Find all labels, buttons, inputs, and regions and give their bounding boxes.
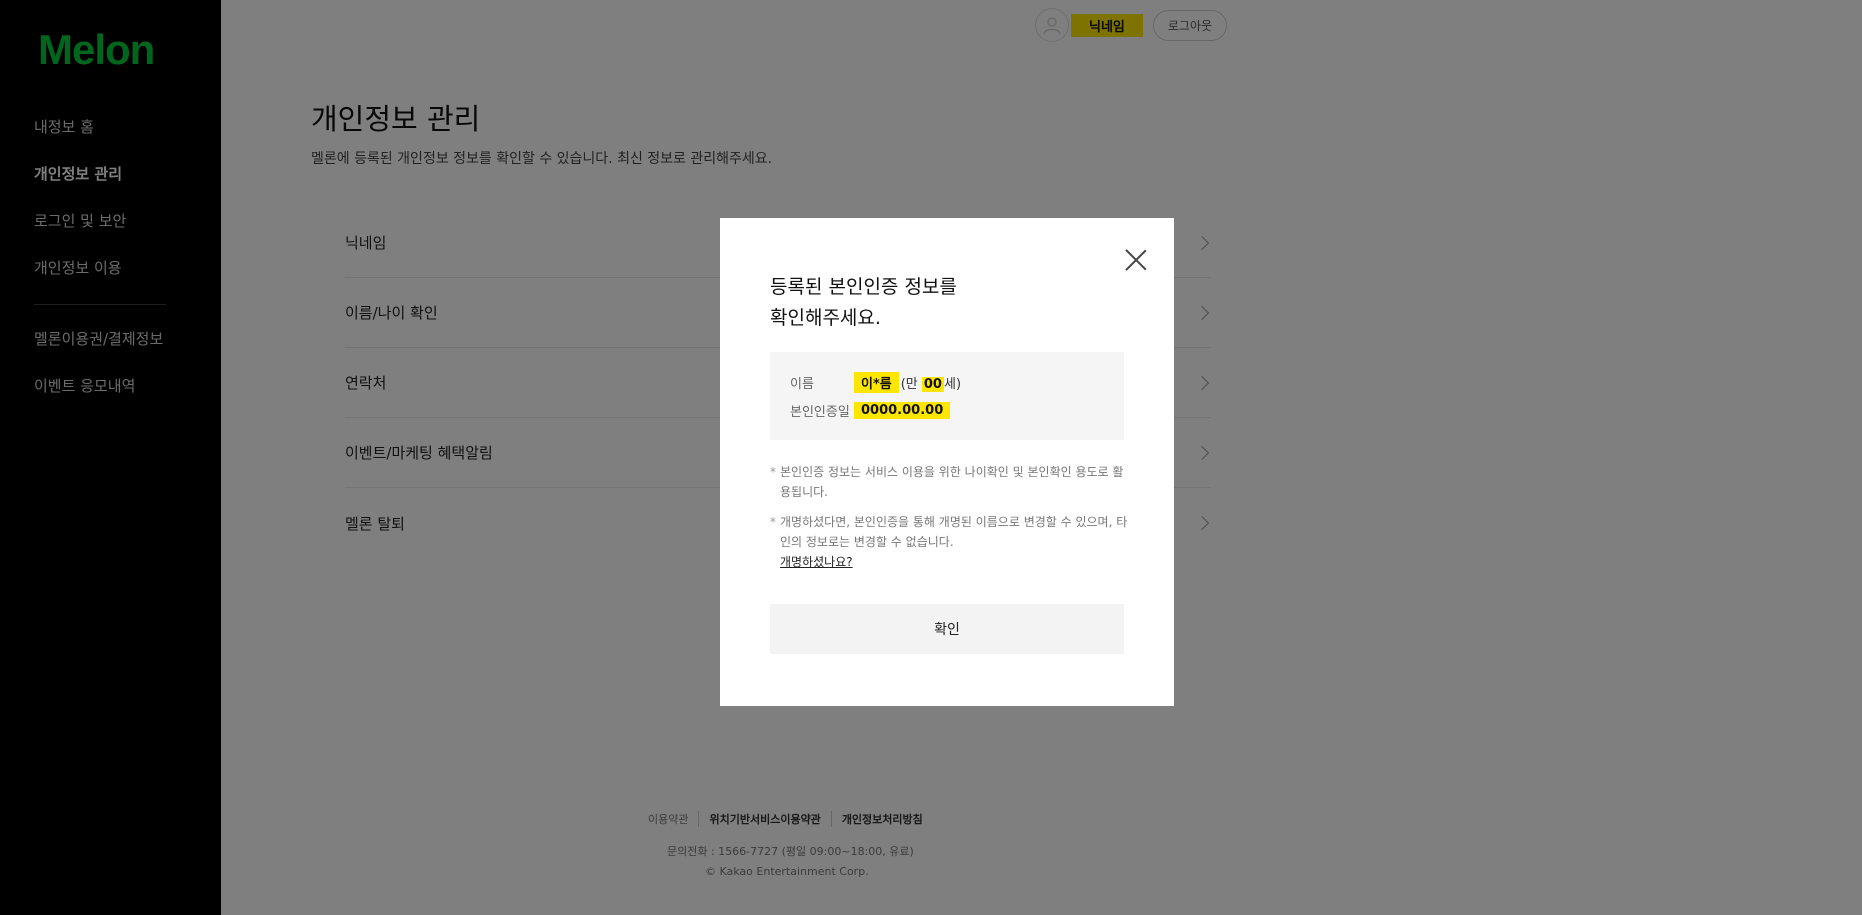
modal-title-line-1: 등록된 본인인증 정보를 <box>770 276 957 298</box>
close-icon[interactable] <box>1124 248 1148 272</box>
identity-verification-modal: 등록된 본인인증 정보를 확인해주세요. 이름 이*름 (만 00 세) 본인인증… <box>720 218 1174 706</box>
verification-date-value: 0000.00.00 <box>854 401 951 419</box>
verification-info-box: 이름 이*름 (만 00 세) 본인인증일 0000.00.00 <box>770 352 1124 440</box>
confirm-button[interactable]: 확인 <box>770 604 1124 654</box>
notice-item: 본인인증 정보는 서비스 이용을 위한 나이확인 및 본인확인 용도로 활용됩니… <box>770 462 1130 502</box>
notice-text: 개명하셨다면, 본인인증을 통해 개명된 이름으로 변경할 수 있으며, 타인의… <box>780 515 1128 549</box>
name-label: 이름 <box>790 376 814 392</box>
age-info: (만 00 세) <box>901 373 961 392</box>
name-value: 이*름 <box>854 371 899 393</box>
name-row: 이름 이*름 (만 00 세) <box>790 368 1104 396</box>
verification-date-row: 본인인증일 0000.00.00 <box>790 396 1104 424</box>
age-value: 00 <box>921 376 944 392</box>
notice-item: 개명하셨다면, 본인인증을 통해 개명된 이름으로 변경할 수 있으며, 타인의… <box>770 512 1130 572</box>
age-suffix: 세) <box>943 376 962 392</box>
age-prefix: (만 <box>900 376 922 392</box>
rename-link[interactable]: 개명하셨나요? <box>780 552 1130 572</box>
modal-title-line-2: 확인해주세요. <box>770 307 881 329</box>
verification-date-label: 본인인증일 <box>790 404 850 420</box>
notice-list: 본인인증 정보는 서비스 이용을 위한 나이확인 및 본인확인 용도로 활용됩니… <box>770 462 1130 582</box>
modal-title: 등록된 본인인증 정보를 확인해주세요. <box>770 272 1070 334</box>
